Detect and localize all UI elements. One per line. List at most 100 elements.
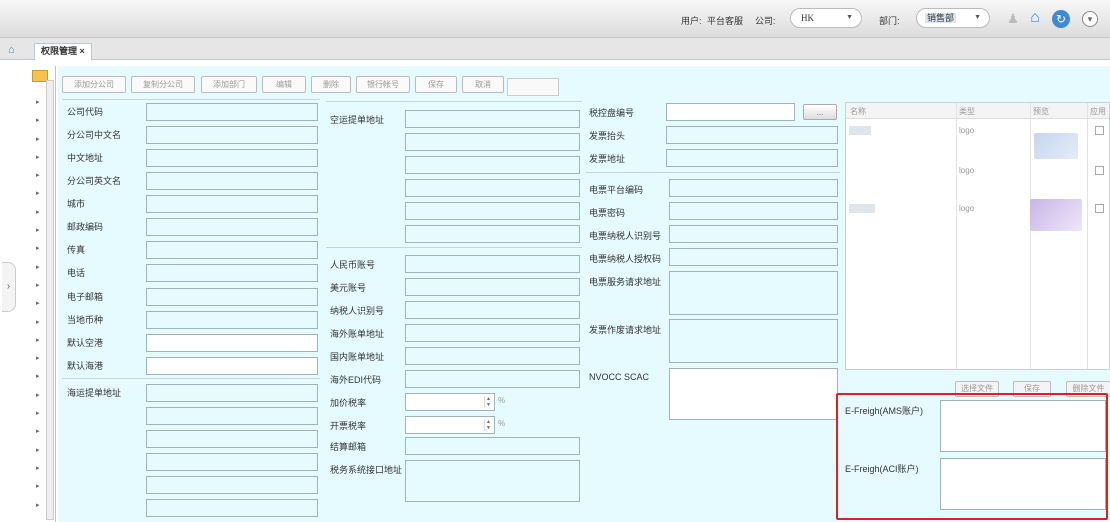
invoice-title-label: 发票抬头 (589, 131, 626, 141)
company-cn-name-field[interactable] (146, 126, 318, 144)
einvoice-auth-code-field[interactable] (669, 248, 838, 266)
grid-header (846, 103, 1109, 119)
phone-field[interactable] (146, 264, 318, 282)
divider (62, 99, 320, 100)
home-tab-icon[interactable]: ⌂ (8, 44, 15, 56)
efreight-aci-field[interactable] (940, 458, 1106, 510)
invoice-rate-spinner[interactable]: ▲ ▼ (405, 416, 495, 434)
toolbar-spacer (507, 78, 559, 96)
air-bl-address-line3[interactable] (405, 156, 580, 174)
invoice-void-url-label: 发票作废请求地址 (589, 325, 662, 335)
menu-circle-icon[interactable]: ▾ (1082, 11, 1098, 27)
sea-bl-address-line3[interactable] (146, 430, 318, 448)
efreight-ams-label: E-Freigh(AMS账户) (845, 406, 924, 416)
spinner-arrows-icon[interactable]: ▲ ▼ (484, 396, 492, 408)
overseas-edi-field[interactable] (405, 370, 580, 388)
refresh-icon[interactable]: ↻ (1052, 10, 1070, 28)
city-label: 城市 (67, 199, 86, 209)
add-dept-button[interactable]: 添加部门 (201, 76, 257, 93)
local-currency-label: 当地币种 (67, 315, 104, 325)
usd-account-field[interactable] (405, 278, 580, 296)
cancel-button[interactable]: 取消 (462, 76, 504, 93)
apply-checkbox[interactable] (1095, 166, 1104, 175)
spinner-arrows-icon[interactable]: ▲ ▼ (484, 419, 492, 431)
delete-button[interactable]: 删除 (311, 76, 351, 93)
postcode-field[interactable] (146, 218, 318, 236)
rmb-account-field[interactable] (405, 255, 580, 273)
apply-checkbox[interactable] (1095, 204, 1104, 213)
sea-bl-address-line6[interactable] (146, 499, 318, 517)
company-en-name-field[interactable] (146, 172, 318, 190)
tax-disk-no-field[interactable] (666, 103, 795, 121)
dept-select[interactable]: 销售部 ▼ (916, 8, 990, 28)
add-company-button[interactable]: 添加分公司 (62, 76, 126, 93)
usd-account-label: 美元账号 (330, 283, 367, 293)
tree-expanders[interactable]: ▸ ▸ ▸ ▸ ▸ ▸ ▸ ▸ ▸ ▸ ▸ ▸ ▸ ▸ ▸ ▸ ▸ ▸ ▸ ▸ ▸ ▸ ▸ (36, 94, 44, 515)
local-currency-field[interactable] (146, 311, 318, 329)
chevron-down-icon: ▼ (974, 14, 981, 21)
user-value: 平台客服 (707, 16, 744, 26)
taxpayer-id-label: 纳税人识别号 (330, 306, 385, 316)
tab-permission-management[interactable]: 权限管理 × (34, 43, 92, 60)
air-bl-address-line2[interactable] (405, 133, 580, 151)
invoice-address-field[interactable] (666, 149, 838, 167)
copy-company-button[interactable]: 复制分公司 (131, 76, 195, 93)
air-bl-address-label: 空运提单地址 (330, 115, 385, 125)
grid-header-name: 名称 (850, 107, 866, 116)
air-bl-address-line6[interactable] (405, 225, 580, 243)
sea-bl-address-label: 海运提单地址 (67, 388, 122, 398)
tax-api-address-field[interactable] (405, 460, 580, 502)
markup-rate-spinner[interactable]: ▲ ▼ (405, 393, 495, 411)
company-label: 公司: (755, 16, 776, 26)
email-field[interactable] (146, 288, 318, 306)
air-bl-address-line1[interactable] (405, 110, 580, 128)
divider (586, 172, 840, 173)
einvoice-taxpayer-id-field[interactable] (669, 225, 838, 243)
company-select[interactable]: HK ▼ (790, 8, 862, 28)
overseas-bill-address-field[interactable] (405, 324, 580, 342)
invoice-void-url-field[interactable] (669, 319, 838, 363)
air-bl-address-line4[interactable] (405, 179, 580, 197)
bell-icon[interactable]: ♟ (1004, 10, 1022, 28)
save-button[interactable]: 保存 (415, 76, 457, 93)
domestic-bill-address-label: 国内账单地址 (330, 352, 385, 362)
company-code-field[interactable] (146, 103, 318, 121)
sea-bl-address-line4[interactable] (146, 453, 318, 471)
domestic-bill-address-field[interactable] (405, 347, 580, 365)
apply-checkbox[interactable] (1095, 126, 1104, 135)
einvoice-service-url-label: 电票服务请求地址 (589, 277, 662, 287)
einvoice-password-field[interactable] (669, 202, 838, 220)
invoice-address-label: 发票地址 (589, 154, 626, 164)
sea-bl-address-line2[interactable] (146, 407, 318, 425)
home-icon[interactable]: ⌂ (1026, 10, 1044, 28)
tax-disk-browse-button[interactable]: ... (803, 104, 837, 120)
sea-bl-address-line5[interactable] (146, 476, 318, 494)
default-airport-field[interactable] (146, 334, 318, 352)
einvoice-platform-code-field[interactable] (669, 179, 838, 197)
sidebar-toggle-handle[interactable]: › (2, 262, 16, 312)
efreight-ams-field[interactable] (940, 400, 1106, 452)
percent-unit: % (498, 396, 506, 405)
divider (326, 247, 582, 248)
bank-account-button[interactable]: 银行帐号 (356, 76, 410, 93)
fax-field[interactable] (146, 241, 318, 259)
einvoice-taxpayer-id-label: 电票纳税人识别号 (589, 231, 662, 241)
tree-scrollbar[interactable] (46, 80, 54, 520)
phone-label: 电话 (67, 268, 86, 278)
cn-address-field[interactable] (146, 149, 318, 167)
city-field[interactable] (146, 195, 318, 213)
sea-bl-address-line1[interactable] (146, 384, 318, 402)
einvoice-service-url-field[interactable] (669, 271, 838, 315)
taxpayer-id-field[interactable] (405, 301, 580, 319)
air-bl-address-line5[interactable] (405, 202, 580, 220)
divider (326, 101, 582, 102)
nvocc-scac-field[interactable] (669, 368, 838, 420)
company-code-label: 公司代码 (67, 107, 104, 117)
company-cn-name-label: 分公司中文名 (67, 130, 122, 140)
default-seaport-field[interactable] (146, 357, 318, 375)
settle-email-field[interactable] (405, 437, 580, 455)
markup-rate-label: 加价税率 (330, 398, 367, 408)
edit-button[interactable]: 编辑 (262, 76, 306, 93)
invoice-title-field[interactable] (666, 126, 838, 144)
grid-row-type: logo (959, 166, 975, 175)
